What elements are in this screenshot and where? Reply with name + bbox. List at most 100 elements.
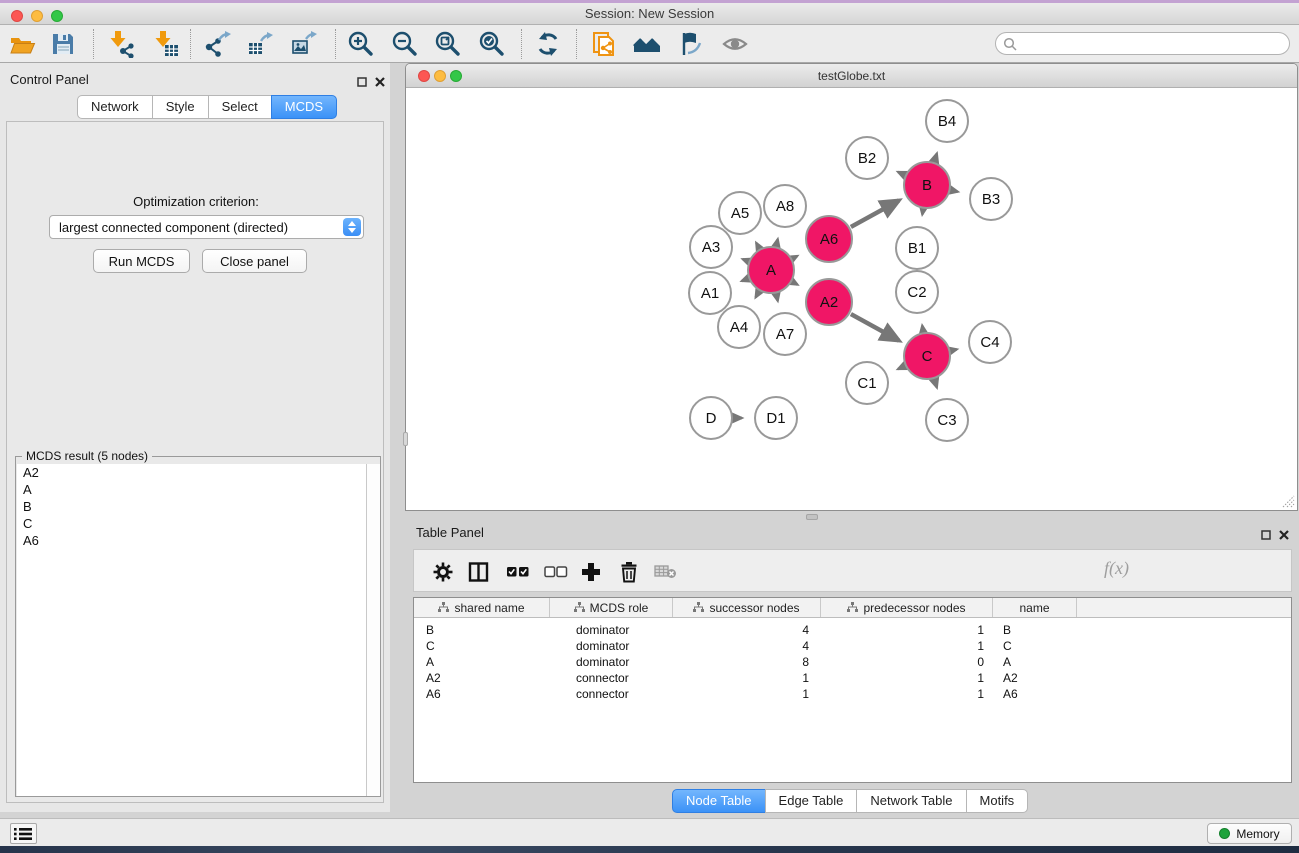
tab-style[interactable]: Style	[152, 95, 209, 119]
graph-edge-B-B2[interactable]	[898, 172, 904, 175]
graph-node-C3[interactable]: C3	[926, 399, 968, 441]
graph-edge-B-B1[interactable]	[922, 210, 923, 215]
graph-node-C1[interactable]: C1	[846, 362, 888, 404]
graph-edge-A-A7[interactable]	[776, 294, 777, 300]
table-row[interactable]: A dominator 8 0 A	[414, 654, 1291, 670]
close-panel-icon[interactable]	[1279, 527, 1289, 537]
graph-edge-A-A5[interactable]	[756, 243, 759, 248]
zoom-fit-icon[interactable]	[434, 30, 462, 58]
export-table-icon[interactable]	[247, 30, 275, 58]
deselect-all-icon[interactable]	[544, 561, 566, 583]
memory-button[interactable]: Memory	[1207, 823, 1292, 844]
graph-edge-B-B4[interactable]	[934, 153, 936, 161]
network-canvas[interactable]: AA1A2A3A4A5A6A7A8BB1B2B3B4CC1C2C3C4DD1	[406, 89, 1297, 510]
graph-node-C[interactable]: C	[904, 333, 950, 379]
graph-edge-B-B3[interactable]	[951, 190, 957, 191]
graph-node-D[interactable]: D	[690, 397, 732, 439]
search-box[interactable]	[995, 32, 1290, 55]
graph-node-A1[interactable]: A1	[689, 272, 731, 314]
mcds-result-item[interactable]: A6	[17, 532, 366, 549]
zoom-in-icon[interactable]	[347, 30, 375, 58]
float-panel-icon[interactable]	[357, 74, 367, 84]
graph-edge-A2-C[interactable]	[851, 314, 899, 340]
tab-motifs[interactable]: Motifs	[966, 789, 1029, 813]
run-mcds-button[interactable]: Run MCDS	[93, 249, 190, 273]
mcds-result-item[interactable]: C	[17, 515, 366, 532]
splitter-grip[interactable]	[403, 432, 408, 446]
search-input[interactable]	[1020, 34, 1280, 53]
graph-edge-A-A8[interactable]	[776, 239, 777, 245]
optimization-criterion-select[interactable]: largest connected component (directed)	[49, 215, 364, 239]
graph-node-B3[interactable]: B3	[970, 178, 1012, 220]
zoom-selected-icon[interactable]	[478, 30, 506, 58]
graph-node-A4[interactable]: A4	[718, 306, 760, 348]
column-header-successor-nodes[interactable]: successor nodes	[673, 598, 821, 617]
import-network-icon[interactable]	[106, 30, 134, 58]
graph-edge-C-C4[interactable]	[951, 349, 956, 350]
graph-edge-A-A6[interactable]	[793, 256, 797, 258]
graph-node-B4[interactable]: B4	[926, 100, 968, 142]
graph-edge-A-A4[interactable]	[756, 292, 759, 298]
graph-edge-C-C3[interactable]	[934, 380, 936, 388]
delete-column-icon[interactable]	[618, 561, 640, 583]
table-row[interactable]: A6 connector 1 1 A6	[414, 686, 1291, 702]
close-panel-icon[interactable]	[375, 74, 385, 84]
mcds-result-item[interactable]: A	[17, 481, 366, 498]
column-header-name[interactable]: name	[993, 598, 1077, 617]
zoom-window-button[interactable]	[51, 10, 63, 22]
graph-node-A5[interactable]: A5	[719, 192, 761, 234]
minimize-network-window-button[interactable]	[434, 70, 446, 82]
clone-network-icon[interactable]	[591, 30, 619, 58]
tab-network[interactable]: Network	[77, 95, 153, 119]
graph-node-A7[interactable]: A7	[764, 313, 806, 355]
select-all-icon[interactable]	[506, 561, 528, 583]
graph-node-A3[interactable]: A3	[690, 226, 732, 268]
graph-edge-C-C1[interactable]	[898, 366, 904, 369]
tab-network-table[interactable]: Network Table	[856, 789, 966, 813]
close-window-button[interactable]	[11, 10, 23, 22]
graph-edge-A6-B[interactable]	[851, 200, 899, 226]
splitter-grip[interactable]	[806, 514, 818, 520]
mcds-result-list[interactable]: A2 A B C A6	[17, 464, 366, 796]
graph-node-B[interactable]: B	[904, 162, 950, 208]
column-header-predecessor-nodes[interactable]: predecessor nodes	[821, 598, 993, 617]
task-history-button[interactable]	[10, 823, 37, 844]
gear-icon[interactable]	[432, 561, 454, 583]
zoom-out-icon[interactable]	[391, 30, 419, 58]
window-resize-grip[interactable]	[1282, 495, 1295, 508]
graph-edge-A-A2[interactable]	[793, 282, 798, 285]
graph-node-A2[interactable]: A2	[806, 279, 852, 325]
mcds-list-scrollbar[interactable]	[366, 464, 380, 796]
table-row[interactable]: B dominator 4 1 B	[414, 622, 1291, 638]
export-network-icon[interactable]	[204, 30, 232, 58]
tab-node-table[interactable]: Node Table	[672, 789, 766, 813]
column-header-mcds-role[interactable]: MCDS role	[550, 598, 673, 617]
graph-edge-A-A1[interactable]	[742, 279, 748, 281]
graph-node-B1[interactable]: B1	[896, 227, 938, 269]
close-panel-button[interactable]: Close panel	[202, 249, 307, 273]
hide-graphics-details-icon[interactable]	[676, 30, 704, 58]
tab-mcds[interactable]: MCDS	[271, 95, 337, 119]
graph-edge-C-C2[interactable]	[922, 326, 923, 332]
refresh-layout-icon[interactable]	[534, 30, 562, 58]
table-row[interactable]: A2 connector 1 1 A2	[414, 670, 1291, 686]
save-icon[interactable]	[49, 30, 77, 58]
graph-node-C2[interactable]: C2	[896, 271, 938, 313]
graph-node-B2[interactable]: B2	[846, 137, 888, 179]
close-network-window-button[interactable]	[418, 70, 430, 82]
graph-node-D1[interactable]: D1	[755, 397, 797, 439]
column-header-shared-name[interactable]: shared name	[414, 598, 550, 617]
export-image-icon[interactable]	[290, 30, 318, 58]
mcds-result-item[interactable]: B	[17, 498, 366, 515]
float-panel-icon[interactable]	[1261, 527, 1271, 537]
minimize-window-button[interactable]	[31, 10, 43, 22]
graph-node-C4[interactable]: C4	[969, 321, 1011, 363]
home-icon[interactable]	[633, 30, 661, 58]
import-table-icon[interactable]	[151, 30, 179, 58]
tab-select[interactable]: Select	[208, 95, 272, 119]
function-builder-icon[interactable]: f(x)	[1104, 558, 1129, 579]
graph-node-A[interactable]: A	[748, 247, 794, 293]
table-row[interactable]: C dominator 4 1 C	[414, 638, 1291, 654]
show-graphics-details-icon[interactable]	[721, 30, 749, 58]
graph-node-A8[interactable]: A8	[764, 185, 806, 227]
